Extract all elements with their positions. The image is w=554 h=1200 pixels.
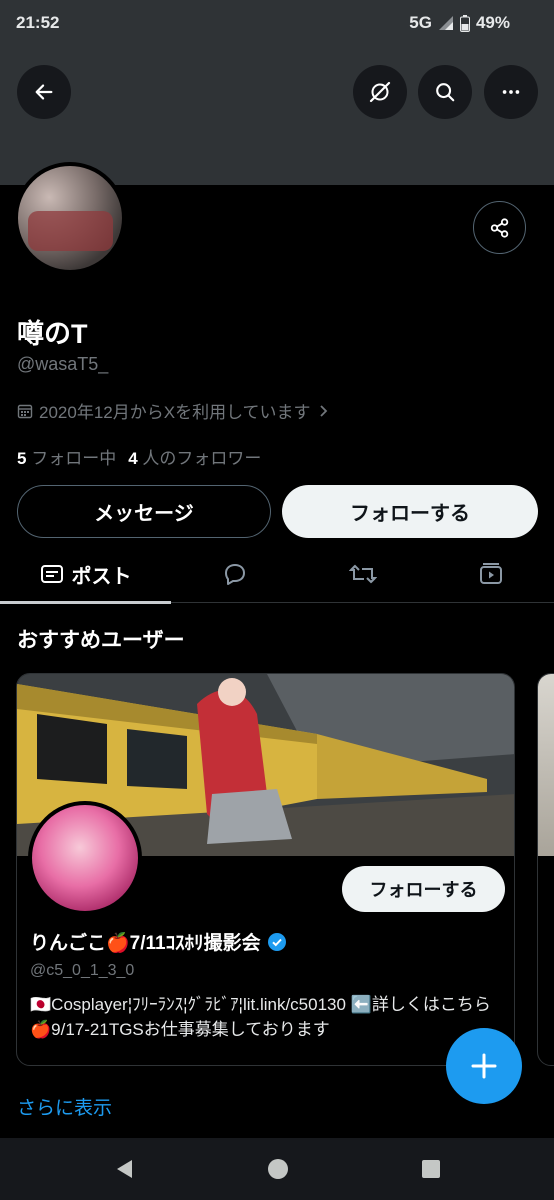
recommended-user-handle: @c5_0_1_3_0 (30, 962, 135, 979)
profile-tabs: ポスト (0, 545, 554, 604)
more-horizontal-icon (502, 90, 520, 94)
user-card-next-banner (538, 674, 554, 856)
followers-label: 人のフォロワー (142, 449, 262, 468)
tab-active-indicator (0, 601, 171, 604)
recommended-user-avatar[interactable] (28, 801, 142, 915)
tab-posts-label: ポスト (71, 565, 132, 588)
recommended-user-bio: 🇯🇵Cosplayer¦ﾌﾘｰﾗﾝｽ¦ｸﾞﾗﾋﾞｱ¦lit.link/c5013… (30, 995, 491, 1039)
tab-reposts[interactable] (299, 545, 427, 603)
recommended-user-name-text: りんごこ🍎7/11ｺｽﾎﾘ撮影会 (30, 933, 261, 954)
arrow-left-icon (35, 84, 53, 100)
show-more-link[interactable]: さらに表示 (17, 1093, 112, 1120)
tab-replies[interactable] (171, 545, 299, 603)
profile-avatar[interactable] (14, 162, 126, 274)
compose-fab[interactable] (446, 1028, 522, 1104)
back-button[interactable] (17, 65, 71, 119)
chevron-right-icon (319, 404, 327, 417)
system-nav-bar (0, 1138, 554, 1200)
video-icon (479, 563, 502, 584)
following-count: 5 (17, 449, 27, 468)
tab-posts[interactable]: ポスト (0, 545, 171, 604)
search-icon (436, 83, 455, 102)
status-bar: 21:52 5G 49% (0, 0, 554, 46)
nav-recents-icon[interactable] (421, 1159, 441, 1179)
posts-icon (40, 565, 63, 583)
status-indicators: 5G 49% (409, 13, 510, 33)
recommended-title: おすすめユーザー (17, 629, 185, 652)
battery-level: 49% (475, 13, 510, 32)
battery-icon (459, 14, 470, 32)
share-button[interactable] (473, 201, 526, 254)
network-type: 5G (409, 13, 432, 32)
following-label: フォロー中 (31, 449, 117, 468)
recommended-follow-button[interactable]: フォローする (342, 866, 505, 912)
following-stat[interactable]: 5 フォロー中 (17, 444, 116, 469)
nav-home-icon[interactable] (267, 1158, 289, 1180)
grok-icon (369, 81, 391, 103)
plus-icon (471, 1053, 497, 1079)
calendar-icon (17, 404, 33, 418)
profile-handle: @wasaT5_ (17, 354, 109, 374)
user-card[interactable]: フォローする りんごこ🍎7/11ｺｽﾎﾘ撮影会 @c5_0_1_3_0 🇯🇵Co… (16, 673, 515, 1066)
followers-count: 4 (128, 449, 138, 468)
search-button[interactable] (418, 65, 472, 119)
user-card-next[interactable] (537, 673, 554, 1066)
grok-button[interactable] (353, 65, 407, 119)
joined-date[interactable]: 2020年12月からXを利用しています (17, 398, 329, 423)
share-icon (490, 217, 508, 238)
profile-name: 噂のT (17, 319, 88, 349)
reply-icon (225, 564, 245, 585)
joined-text: 2020年12月からXを利用しています (39, 403, 311, 422)
followers-stat[interactable]: 4 人のフォロワー (128, 444, 261, 469)
follow-stats: 5 フォロー中 4 人のフォロワー (17, 444, 261, 469)
message-button[interactable]: メッセージ (17, 485, 271, 538)
tab-media[interactable] (427, 545, 554, 603)
follow-button[interactable]: フォローする (282, 485, 538, 538)
status-time: 21:52 (16, 13, 60, 32)
more-button[interactable] (484, 65, 538, 119)
verified-badge-icon (267, 932, 286, 951)
repost-icon (349, 564, 377, 584)
recommended-user-name[interactable]: りんごこ🍎7/11ｺｽﾎﾘ撮影会 (30, 928, 287, 955)
nav-back-icon[interactable] (113, 1158, 135, 1180)
signal-icon (438, 16, 453, 30)
